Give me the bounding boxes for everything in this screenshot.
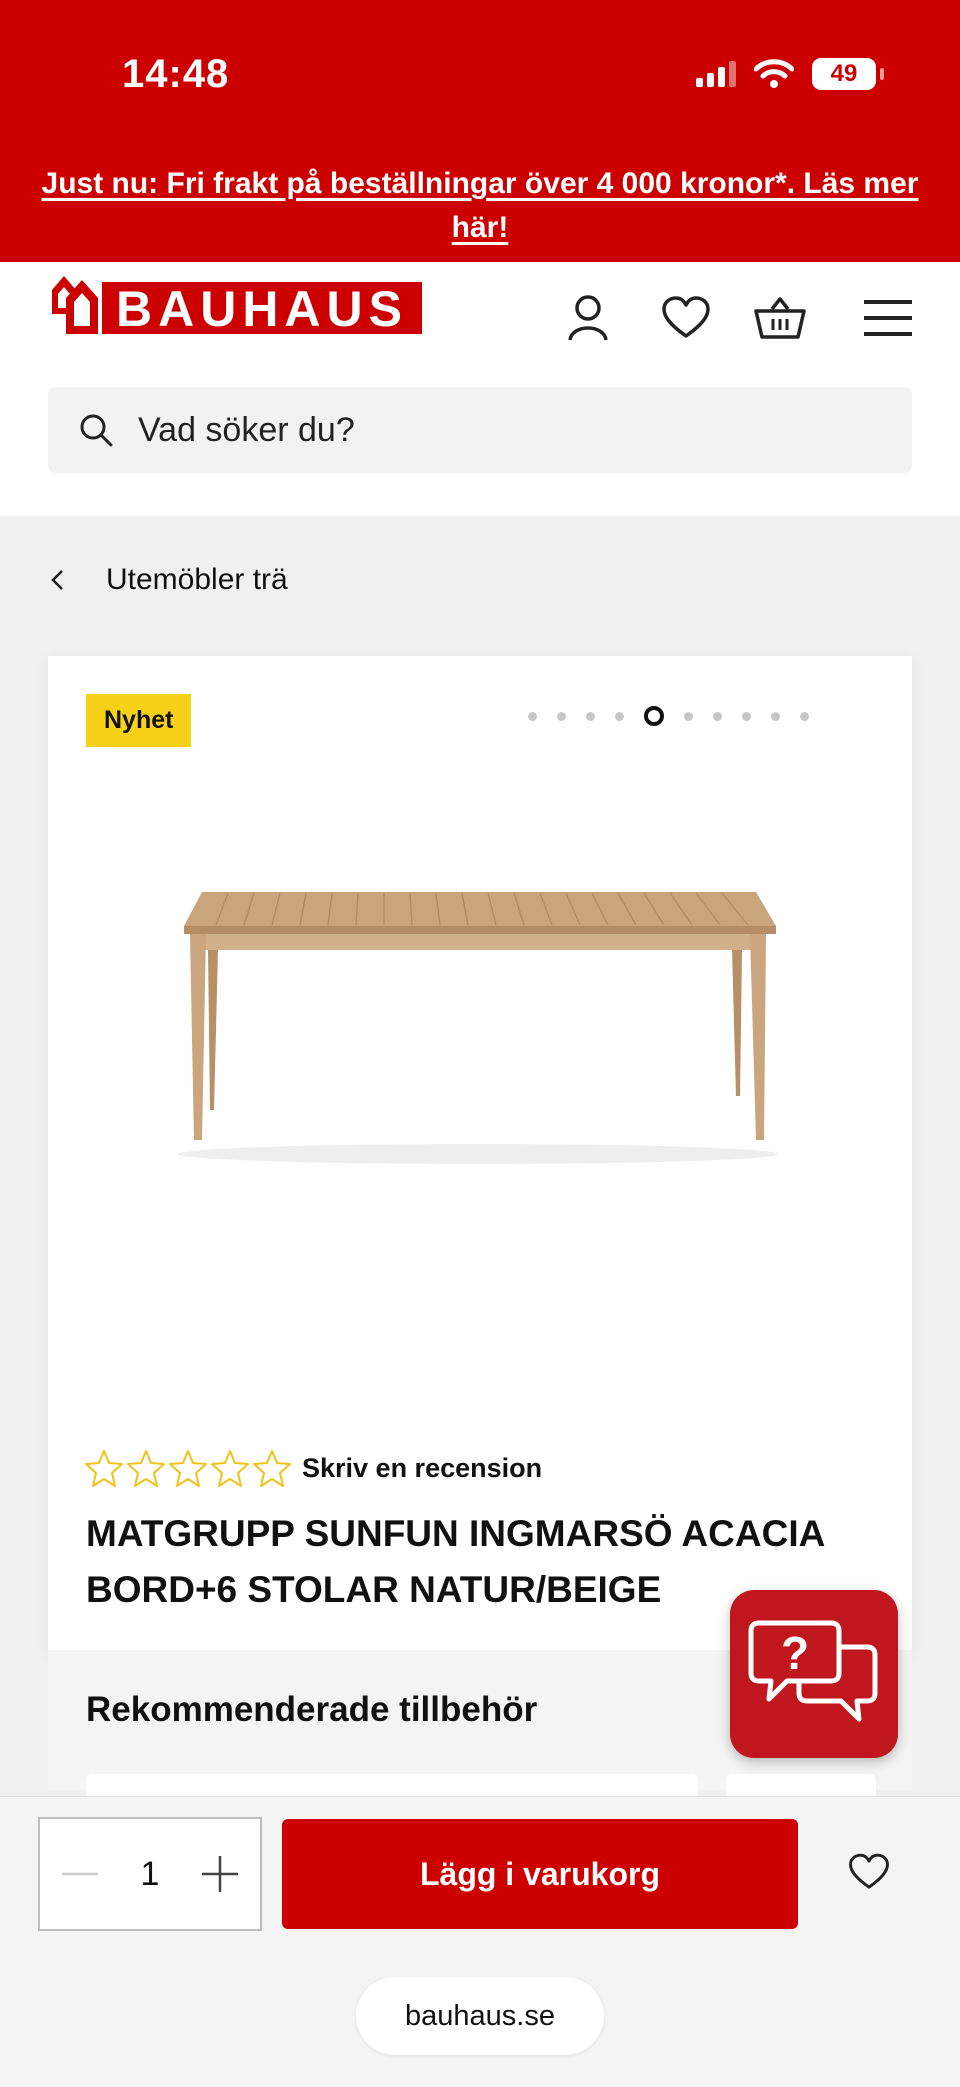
- top-banner: 14:48 49 Just nu: Fri frakt på beställni…: [0, 0, 960, 262]
- battery-indicator: 49: [812, 58, 884, 90]
- plus-icon: [201, 1856, 238, 1892]
- gallery-dot[interactable]: [586, 711, 595, 721]
- search-input[interactable]: Vad söker du?: [48, 387, 912, 473]
- star-icon: [211, 1450, 249, 1487]
- wishlist-button[interactable]: [844, 1847, 894, 1897]
- rating-row[interactable]: Skriv en recension: [84, 1448, 542, 1488]
- bauhaus-logo[interactable]: BAUHAUS: [50, 268, 430, 338]
- star-icon: [253, 1450, 291, 1487]
- gallery-dot[interactable]: [771, 711, 780, 721]
- gallery-dot[interactable]: [684, 711, 693, 721]
- breadcrumb-label[interactable]: Utemöbler trä: [106, 563, 288, 597]
- rating-stars[interactable]: [84, 1448, 292, 1488]
- gallery-dot[interactable]: [800, 711, 809, 721]
- logo-text: BAUHAUS: [116, 281, 408, 337]
- gallery-dot[interactable]: [713, 711, 722, 721]
- site-header: BAUHAUS Vad söker du?: [0, 262, 960, 516]
- product-card: Nyhet Skriv en recension MATGRUPP SUNFUN…: [48, 656, 912, 1656]
- recommended-title: Rekommenderade tillbehör: [86, 1690, 538, 1729]
- gallery-dots[interactable]: [528, 706, 809, 726]
- svg-text:?: ?: [781, 1627, 809, 1679]
- chat-help-button[interactable]: ?: [730, 1590, 898, 1758]
- cellular-signal-icon: [696, 61, 736, 87]
- increase-button[interactable]: [200, 1854, 240, 1894]
- search-placeholder: Vad söker du?: [138, 410, 355, 449]
- star-icon: [85, 1450, 123, 1487]
- user-icon[interactable]: [556, 286, 620, 350]
- gallery-dot[interactable]: [528, 711, 537, 721]
- add-to-cart-button[interactable]: Lägg i varukorg: [282, 1819, 798, 1929]
- quantity-value[interactable]: 1: [141, 1855, 160, 1894]
- gallery-dot[interactable]: [742, 711, 751, 721]
- wifi-icon: [754, 59, 794, 88]
- star-icon: [127, 1450, 165, 1487]
- product-title: MATGRUPP SUNFUN INGMARSÖ ACACIA BORD+6 S…: [86, 1513, 824, 1610]
- gallery-dot[interactable]: [615, 711, 624, 721]
- write-review-link[interactable]: Skriv en recension: [302, 1453, 542, 1484]
- star-icon: [169, 1450, 207, 1487]
- heart-icon: [849, 1853, 889, 1889]
- status-icons: 49: [696, 58, 884, 90]
- gallery-dot[interactable]: [557, 711, 566, 721]
- purchase-bar: 1 Lägg i varukorg bauhaus.se: [0, 1796, 960, 2087]
- quantity-stepper[interactable]: 1: [38, 1817, 262, 1931]
- new-badge: Nyhet: [86, 694, 192, 747]
- minus-icon: [62, 1872, 98, 1876]
- chat-bubbles-icon: ?: [748, 1620, 878, 1722]
- decrease-button[interactable]: [60, 1854, 100, 1894]
- breadcrumb[interactable]: Utemöbler trä: [48, 560, 288, 600]
- promo-link[interactable]: Just nu: Fri frakt på beställningar över…: [40, 162, 920, 250]
- product-image-table[interactable]: [168, 886, 788, 1166]
- menu-icon[interactable]: [858, 286, 918, 350]
- browser-url[interactable]: bauhaus.se: [356, 1977, 604, 2055]
- chevron-left-icon[interactable]: [48, 565, 68, 595]
- status-time: 14:48: [122, 52, 230, 96]
- basket-icon[interactable]: [748, 286, 812, 350]
- heart-icon[interactable]: [654, 286, 718, 350]
- search-icon: [76, 410, 116, 450]
- gallery-dot-active[interactable]: [644, 706, 664, 726]
